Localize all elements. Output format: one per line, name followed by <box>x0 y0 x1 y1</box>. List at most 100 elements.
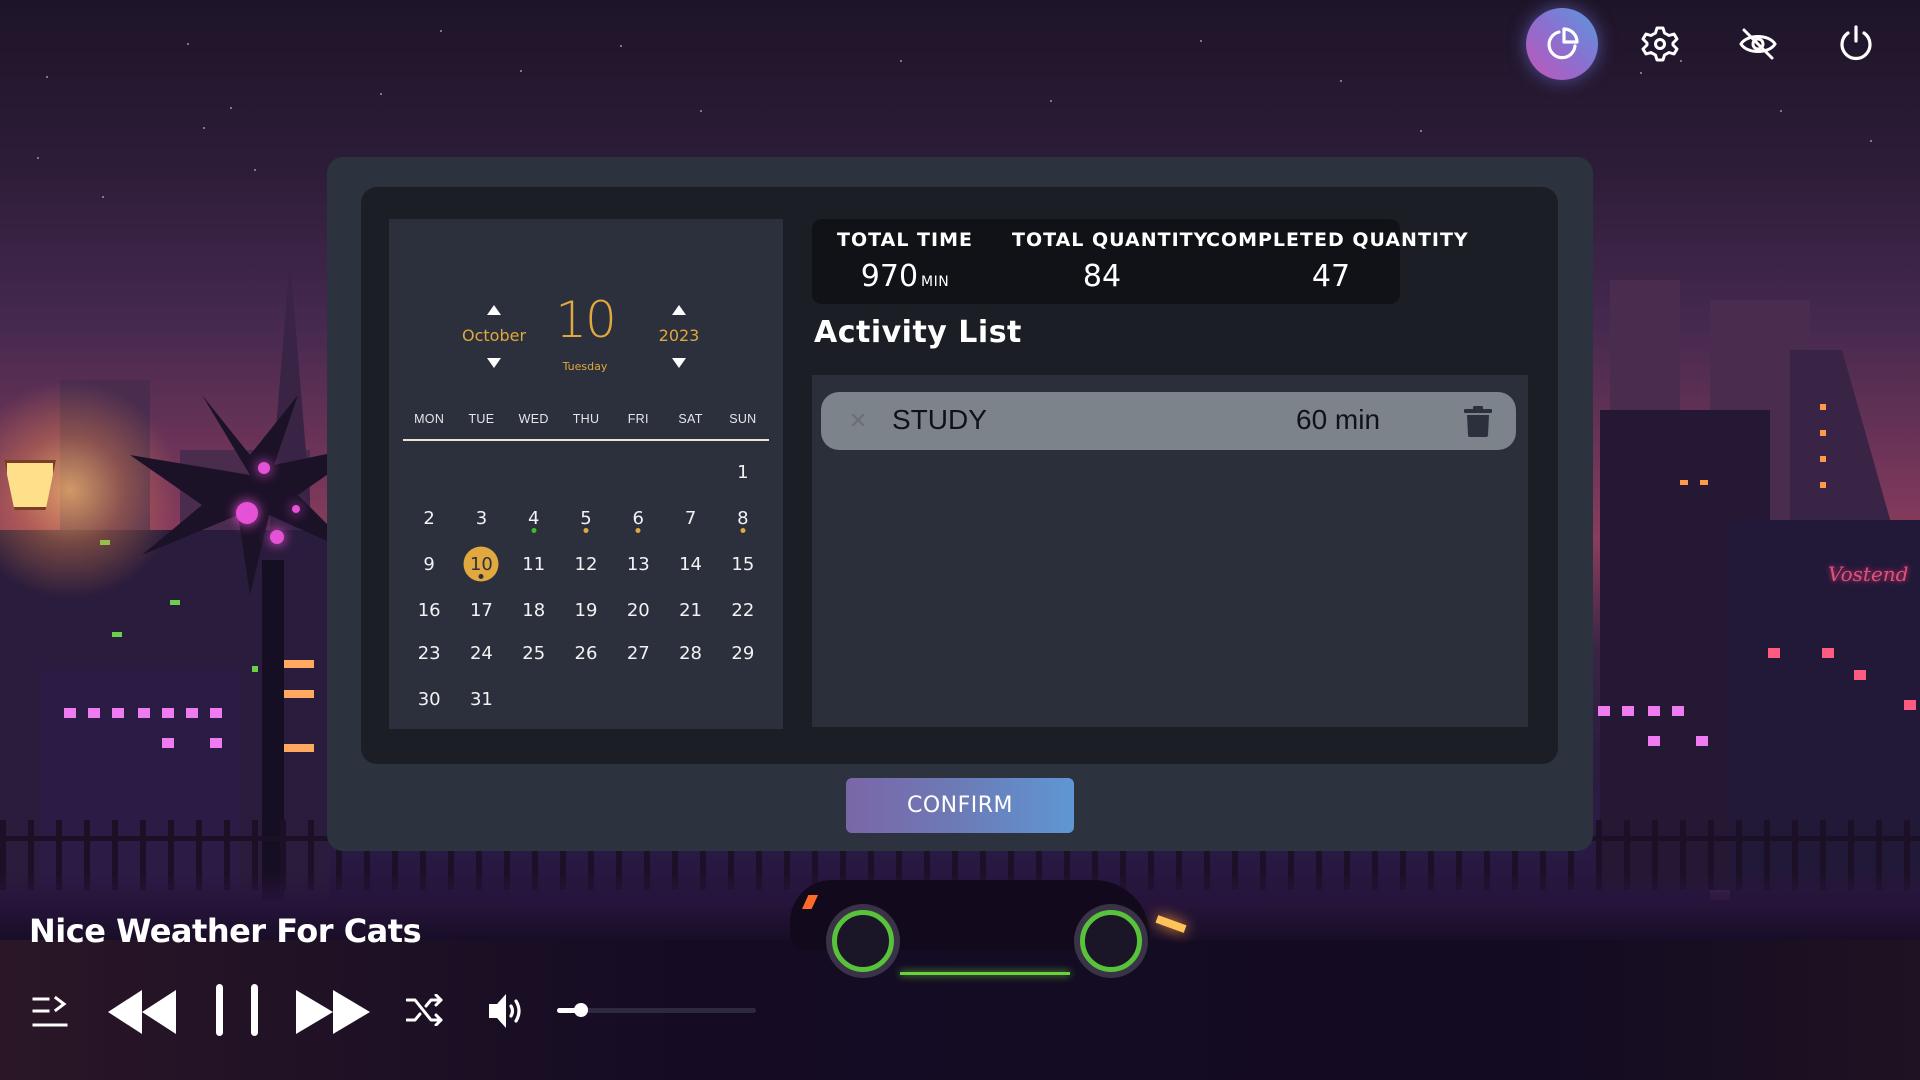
fast-forward-icon <box>296 990 370 1034</box>
calendar-day[interactable]: 22 <box>717 587 769 633</box>
year-label: 2023 <box>658 326 700 345</box>
activity-list-title: Activity List <box>814 315 1022 350</box>
calendar-day[interactable]: 6 <box>612 495 664 541</box>
calendar-day[interactable]: 21 <box>664 587 716 633</box>
volume-slider-knob[interactable] <box>573 1003 588 1017</box>
close-icon[interactable]: ✕ <box>849 410 869 432</box>
calendar-day[interactable]: 14 <box>664 541 716 587</box>
selected-weekday: Tuesday <box>562 360 608 373</box>
stat-value: 84 <box>1082 259 1122 294</box>
calendar-day[interactable]: 7 <box>664 495 716 541</box>
activity-duration: 60 min <box>1296 404 1381 435</box>
calendar-day[interactable]: 25 <box>508 633 560 673</box>
calendar-day[interactable]: 23 <box>403 633 455 673</box>
day-number: 2 <box>423 507 435 529</box>
calendar-day[interactable]: 16 <box>403 587 455 633</box>
day-number: 6 <box>632 507 644 529</box>
day-number: 15 <box>731 553 755 575</box>
calendar-day[interactable]: 17 <box>455 587 507 633</box>
hide-ui-button[interactable] <box>1722 8 1794 80</box>
pause-icon <box>216 984 258 1036</box>
power-button[interactable] <box>1820 8 1892 80</box>
stat-value: 970 <box>860 259 919 294</box>
stat-value: 47 <box>1311 259 1351 294</box>
day-number: 8 <box>737 507 749 529</box>
calendar-day[interactable]: 26 <box>560 633 612 673</box>
settings-button[interactable] <box>1624 8 1696 80</box>
calendar-blank <box>455 449 507 495</box>
calendar-day[interactable]: 4 <box>508 495 560 541</box>
year-down-arrow-icon[interactable] <box>672 358 686 368</box>
stats-summary: TOTAL TIME 970 MIN TOTAL QUANTITY 84 COMP… <box>812 219 1468 304</box>
calendar-header: October 10 Tuesday 2023 <box>389 219 783 399</box>
weekday-header-row: MON TUE WED THU FRI SAT SUN <box>403 412 769 426</box>
day-number: 23 <box>417 642 441 664</box>
calendar-day[interactable]: 20 <box>612 587 664 633</box>
rewind-button[interactable] <box>108 990 176 1034</box>
weekday-header: SAT <box>678 412 703 426</box>
activity-marker-dot <box>531 528 537 533</box>
calendar-day[interactable]: 9 <box>403 541 455 587</box>
calendar-day[interactable]: 31 <box>455 679 507 719</box>
confirm-button[interactable]: CONFIRM <box>846 778 1074 833</box>
pause-button[interactable] <box>214 984 260 1036</box>
calendar-day[interactable]: 5 <box>560 495 612 541</box>
calendar-day[interactable]: 15 <box>717 541 769 587</box>
day-number: 9 <box>423 553 435 575</box>
calendar-day[interactable]: 18 <box>508 587 560 633</box>
activity-marker-dot <box>478 574 484 579</box>
trash-icon[interactable] <box>1463 405 1493 437</box>
calendar-day[interactable]: 29 <box>717 633 769 673</box>
day-number: 27 <box>626 642 650 664</box>
calendar-blank <box>403 449 455 495</box>
shuffle-button[interactable] <box>405 993 444 1027</box>
modal-content: October 10 Tuesday 2023 MON TUE WED THU FRI S… <box>361 187 1558 764</box>
calendar-day[interactable]: 12 <box>560 541 612 587</box>
calendar-day[interactable]: 28 <box>664 633 716 673</box>
day-number: 20 <box>626 599 650 621</box>
stats-pie-icon <box>1547 27 1579 60</box>
calendar-divider <box>403 439 769 441</box>
calendar-day[interactable]: 11 <box>508 541 560 587</box>
calendar-day[interactable]: 30 <box>403 679 455 719</box>
stat-unit: MIN <box>921 274 950 290</box>
fast-forward-button[interactable] <box>296 990 370 1034</box>
calendar-day[interactable]: 8 <box>717 495 769 541</box>
day-number: 1 <box>737 461 749 483</box>
playlist-button[interactable] <box>32 994 70 1030</box>
day-number: 10 <box>469 553 493 575</box>
day-number: 29 <box>731 642 755 664</box>
calendar-day[interactable]: 1 <box>717 449 769 495</box>
stat-label: TOTAL TIME <box>837 229 973 251</box>
stat-total-quantity: TOTAL QUANTITY 84 <box>1012 229 1207 294</box>
weekday-header: FRI <box>627 412 649 426</box>
day-number: 16 <box>417 599 441 621</box>
calendar-day[interactable]: 27 <box>612 633 664 673</box>
activity-marker-dot <box>635 528 641 533</box>
day-number: 30 <box>417 688 441 710</box>
calendar-blank <box>560 449 612 495</box>
calendar-day[interactable]: 13 <box>612 541 664 587</box>
calendar-day[interactable]: 24 <box>455 633 507 673</box>
month-up-arrow-icon[interactable] <box>487 305 501 315</box>
month-down-arrow-icon[interactable] <box>487 358 501 368</box>
volume-button[interactable] <box>488 992 528 1030</box>
day-number: 28 <box>679 642 703 664</box>
weekday-header: MON <box>414 412 445 426</box>
stats-button[interactable] <box>1526 8 1598 80</box>
gear-icon <box>1641 26 1679 62</box>
activity-item[interactable]: ✕ STUDY 60 min <box>821 392 1516 450</box>
calendar-day-selected[interactable]: 10 <box>455 541 507 587</box>
calendar-blank <box>664 449 716 495</box>
rewind-icon <box>108 990 176 1034</box>
calendar-day[interactable]: 2 <box>403 495 455 541</box>
year-up-arrow-icon[interactable] <box>672 305 686 315</box>
calendar-day[interactable]: 19 <box>560 587 612 633</box>
volume-slider[interactable] <box>557 1003 756 1017</box>
calendar-day[interactable]: 3 <box>455 495 507 541</box>
day-number: 18 <box>522 599 546 621</box>
weekday-header: WED <box>518 412 549 426</box>
car <box>780 860 1187 975</box>
weekday-header: THU <box>572 412 600 426</box>
calendar-blank <box>508 449 560 495</box>
